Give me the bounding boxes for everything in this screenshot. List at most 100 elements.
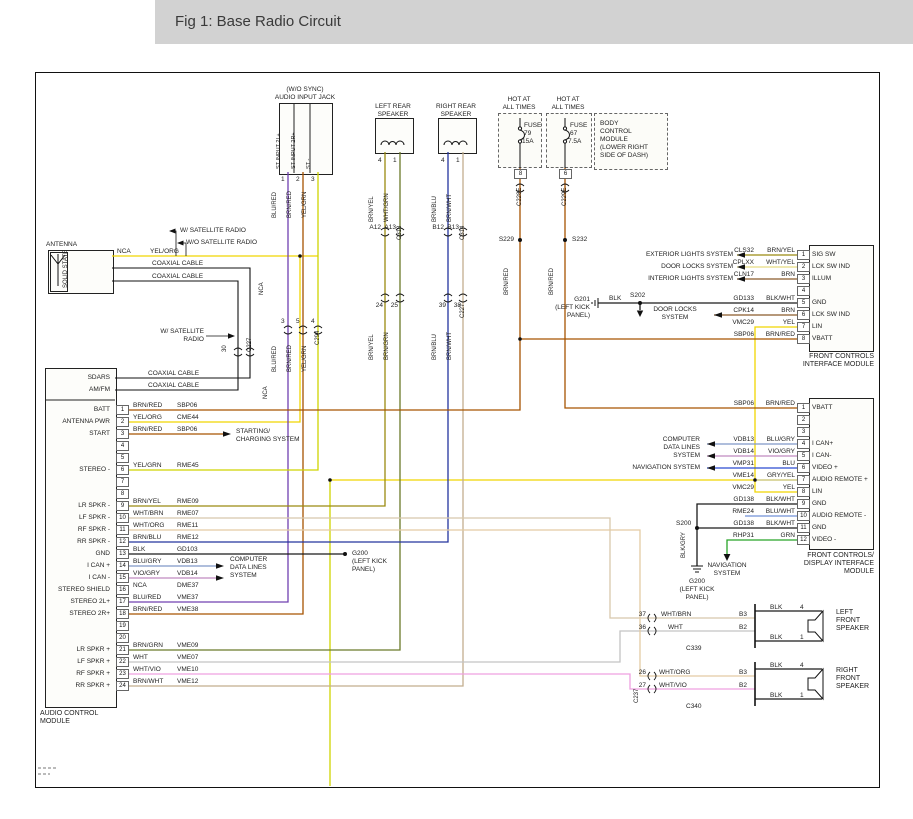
door-locks-system-label: SYSTEM [645,314,705,321]
wire-label: BRN/RED [549,268,556,295]
fs-conn-pin: B3 [739,669,747,676]
fs-pin-num: 37 [634,611,646,618]
bcm-label: CONTROL [600,128,632,135]
acm-wire-circuit: VME10 [177,666,198,673]
right-rear-speaker-title: RIGHT REAR [431,103,481,110]
acm-pin-number: 7 [116,477,129,487]
connector-c294-label: C294 [315,331,322,345]
right-front-speaker-title: SPEAKER [836,683,869,691]
fcdim-circuit: GD138 [712,520,754,527]
fcdim-wire-color: GRY/YEL [757,472,795,479]
fcim-pin-number: 4 [797,286,810,296]
fs-pin-num: 36 [634,624,646,631]
fcdim-pin-number: 1 [797,403,810,413]
fuse-79-label: FUSE [524,122,541,129]
splice-s232-label: S232 [572,236,587,243]
acm-pin-name: START [46,430,110,437]
acm-wire-color: BLK [133,546,175,553]
wire-pin-num: 4 [441,157,445,164]
jack-pin-num: 2 [296,176,300,183]
interior-lights-system-label: INTERIOR LIGHTS SYSTEM [621,275,733,282]
right-front-speaker-title: RIGHT [836,667,858,675]
connector-c339-label: C339 [686,645,702,652]
acm-wire-color: NCA [133,582,175,589]
acm-pin-name: STEREO - [46,466,110,473]
acm-wire-circuit: CME44 [177,414,199,421]
fcdim-pin-number: 12 [797,535,810,545]
acm-wire-color: BRN/RED [133,426,175,433]
connector-pin: B13 [445,224,459,231]
fcdim-wire-color: BLU/GRY [757,436,795,443]
acm-wire-circuit: VDB14 [177,570,198,577]
acm-wire-circuit: RME45 [177,462,199,469]
fcdim-wire-color: BLU/WHT [757,508,795,515]
acm-pin-name: RR SPKR + [46,682,110,689]
jack-pin-label: ST INPUT 2L+ [276,133,283,169]
acm-pin-name: BATT [46,406,110,413]
fcdim-pin-number: 7 [797,475,810,485]
fcim-circuit: VMC29 [712,319,754,326]
acm-pin-number: 2 [116,417,129,427]
fcim-wire-color: BRN/YEL [757,247,795,254]
fcim-pin-number: 3 [797,274,810,284]
g200-label: G200 [674,578,720,585]
acm-pin-number: 5 [116,453,129,463]
acm-wire-color: BRN/RED [133,402,175,409]
fcim-pin-number: 5 [797,298,810,308]
fcdim-circuit: RME24 [712,508,754,515]
coax-label: COAXIAL CABLE [152,273,203,280]
connector-c313-label: C313 [397,226,404,240]
wire-pin-num: 24 [371,302,383,309]
blk-wire-label: BLK [609,295,621,302]
navigation-system-label: NAVIGATION SYSTEM [600,464,700,471]
acm-pin-name: I CAN + [46,562,110,569]
connector-c227-label: C227 [247,338,254,352]
antenna-solid-state-label: SOLID STATE [63,250,70,288]
fs-spk-pin: 4 [800,604,804,611]
connector-pin: B12 [430,224,444,231]
fcdim-pin-number: 5 [797,451,810,461]
hot-at-all-times-label: HOT AT [546,96,590,103]
fcdim-pin-name: AUDIO REMOTE + [812,476,868,483]
acm-wire-circuit: VDB13 [177,558,198,565]
jack-wire-label: BLU/RED [272,192,279,218]
acm-wire-circuit: SBP06 [177,426,197,433]
fuse-79-label: 15A [522,138,534,145]
fcdim-circuit: RHP31 [712,532,754,539]
fcim-title: INTERFACE MODULE [790,361,874,369]
bcm-pin: 6 [559,169,572,179]
fcdim-pin-name: VBATT [812,404,832,411]
acm-title: MODULE [40,718,70,726]
fcim-pin-name: SIG SW [812,251,835,258]
acm-pin-number: 11 [116,525,129,535]
fs-conn-pin: B2 [739,682,747,689]
acm-wire-color: YEL/GRN [133,462,175,469]
wire-pin-num: 1 [456,157,460,164]
acm-pin-number: 18 [116,609,129,619]
acm-pin-name: RF SPKR - [46,526,110,533]
door-locks-system-label: DOOR LOCKS [645,306,705,313]
acm-wire-circuit: RME11 [177,522,198,529]
fcdim-circuit: VME14 [712,472,754,479]
fcdim-wire-color: BLU [757,460,795,467]
fs-wire-label: WHT/ORG [659,669,690,676]
g200-label: PANEL) [674,594,720,601]
fcdim-pin-number: 8 [797,487,810,497]
jack-mid-num: 3 [281,318,285,325]
fcdim-wire-color: GRN [757,532,795,539]
fcim-circuit: SBP06 [712,331,754,338]
acm-wire-circuit: VME07 [177,654,198,661]
fcdim-pin-number: 9 [797,499,810,509]
fcim-pin-number: 8 [797,334,810,344]
acm-pin-number: 24 [116,681,129,691]
fcim-pin-name: GND [812,299,826,306]
fuse-67-label: 7.5A [568,138,581,145]
fcdim-pin-number: 4 [797,439,810,449]
wire-label: BRN/YEL [369,196,376,222]
pointer-lines [170,231,228,336]
fcim-title: FRONT CONTROLS [790,353,874,361]
fcdim-circuit: SBP06 [712,400,754,407]
right-rear-speaker-title: SPEAKER [431,111,481,118]
hot-at-all-times-label: ALL TIMES [498,104,540,111]
left-front-speaker-title: FRONT [836,617,860,625]
